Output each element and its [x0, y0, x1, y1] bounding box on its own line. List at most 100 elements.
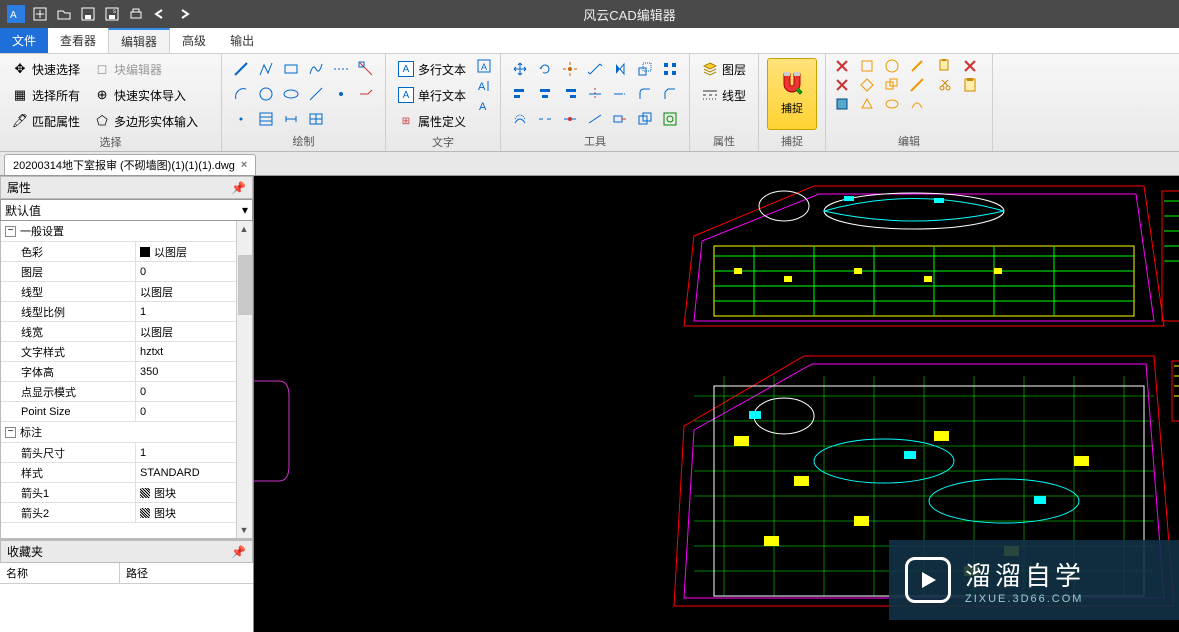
- xline-icon[interactable]: [355, 58, 377, 80]
- trim-icon[interactable]: [584, 83, 606, 105]
- snap-button[interactable]: 捕捉: [767, 58, 817, 130]
- move-icon[interactable]: [509, 58, 531, 80]
- stretch-icon[interactable]: [609, 108, 631, 130]
- rect-icon[interactable]: [280, 58, 302, 80]
- erase-icon[interactable]: [834, 58, 856, 74]
- menu-file[interactable]: 文件: [0, 28, 48, 53]
- edit-copy2-icon[interactable]: [884, 77, 906, 93]
- pin-icon[interactable]: 📌: [231, 545, 246, 559]
- arc-icon[interactable]: [230, 83, 252, 105]
- circle-icon[interactable]: [255, 83, 277, 105]
- menu-viewer[interactable]: 查看器: [48, 28, 108, 53]
- pin-icon[interactable]: 📌: [231, 181, 246, 195]
- curve-icon[interactable]: [909, 96, 931, 112]
- text-height-icon[interactable]: A: [476, 78, 492, 94]
- dimension-icon[interactable]: [280, 108, 302, 130]
- props-list[interactable]: −一般设置 色彩以图层 图层0 线型以图层 线型比例1 线宽以图层 文字样式hz…: [0, 221, 253, 539]
- line-icon[interactable]: [230, 58, 252, 80]
- ray-icon[interactable]: [305, 83, 327, 105]
- oval-icon[interactable]: [884, 96, 906, 112]
- print-icon[interactable]: [126, 4, 146, 24]
- poly-input-button[interactable]: ⬠多边形实体输入: [90, 110, 202, 132]
- edit-erase2-icon[interactable]: [834, 77, 856, 93]
- block-insert-icon[interactable]: [834, 96, 856, 112]
- play-icon: [905, 557, 951, 603]
- extend-icon[interactable]: [609, 83, 631, 105]
- quick-select-button[interactable]: ✥快速选择: [8, 58, 84, 80]
- group-tool-icon[interactable]: [659, 108, 681, 130]
- hatch-icon[interactable]: [255, 108, 277, 130]
- join-icon[interactable]: [559, 108, 581, 130]
- spline-icon[interactable]: [305, 58, 327, 80]
- cut-clip-icon[interactable]: [962, 58, 984, 74]
- fav-col-path[interactable]: 路径: [120, 563, 154, 583]
- new-icon[interactable]: [30, 4, 50, 24]
- text-edit-icon[interactable]: A: [476, 98, 492, 114]
- table-icon[interactable]: [305, 108, 327, 130]
- align-right-icon[interactable]: [559, 83, 581, 105]
- collapse-icon[interactable]: −: [5, 226, 16, 237]
- polyline-icon[interactable]: [255, 58, 277, 80]
- break-icon[interactable]: [534, 108, 556, 130]
- explode-icon[interactable]: [559, 58, 581, 80]
- fav-col-name[interactable]: 名称: [0, 563, 120, 583]
- paste-icon[interactable]: [962, 77, 984, 93]
- menu-advanced[interactable]: 高级: [170, 28, 218, 53]
- file-tab[interactable]: 20200314地下室报审 (不砌墙图)(1)(1)(1).dwg ×: [4, 154, 256, 175]
- undo-icon[interactable]: [150, 4, 170, 24]
- default-combo[interactable]: 默认值 ▾: [0, 199, 253, 221]
- mtext-button[interactable]: A多行文本: [394, 58, 470, 80]
- mirror-icon[interactable]: [609, 58, 631, 80]
- brush-icon: 🖊: [12, 113, 28, 129]
- fillet-icon[interactable]: [634, 83, 656, 105]
- lengthen-icon[interactable]: [584, 108, 606, 130]
- props-panel-title: 属性 📌: [0, 176, 253, 199]
- block-editor-button[interactable]: ◻块编辑器: [90, 58, 202, 80]
- dim-rotated-icon[interactable]: [584, 58, 606, 80]
- scale-icon[interactable]: [634, 58, 656, 80]
- drawing-canvas[interactable]: 溜溜自学 ZIXUE.3D66.COM: [254, 176, 1179, 632]
- collapse-icon[interactable]: −: [5, 427, 16, 438]
- linetype-icon: [702, 87, 718, 103]
- layer-button[interactable]: 图层: [698, 58, 750, 80]
- scrollbar[interactable]: ▲▼: [236, 221, 252, 538]
- text-style-icon[interactable]: A: [476, 58, 492, 74]
- saveas-icon[interactable]: s: [102, 4, 122, 24]
- leader-icon[interactable]: [355, 83, 377, 105]
- dtext-button[interactable]: A单行文本: [394, 84, 470, 106]
- edit-line-icon[interactable]: [909, 58, 931, 74]
- copy-clip-icon[interactable]: [937, 58, 959, 74]
- save-icon[interactable]: [78, 4, 98, 24]
- rotate-icon[interactable]: [534, 58, 556, 80]
- fav-body[interactable]: [0, 584, 253, 632]
- copy-tool-icon[interactable]: [634, 108, 656, 130]
- close-tab-icon[interactable]: ×: [241, 159, 247, 171]
- point-icon[interactable]: [230, 108, 252, 130]
- quick-import-button[interactable]: ⊕快速实体导入: [90, 84, 202, 106]
- app-icon[interactable]: A: [6, 4, 26, 24]
- group-label-select: 选择: [8, 132, 213, 150]
- point-dot-icon[interactable]: [330, 83, 352, 105]
- edit-poly-icon[interactable]: [859, 77, 881, 93]
- linetype-button[interactable]: 线型: [698, 84, 750, 106]
- open-icon[interactable]: [54, 4, 74, 24]
- menu-editor[interactable]: 编辑器: [108, 28, 170, 53]
- array-icon[interactable]: [659, 58, 681, 80]
- redo-icon[interactable]: [174, 4, 194, 24]
- offset-icon[interactable]: [509, 108, 531, 130]
- cut-icon[interactable]: [937, 77, 959, 93]
- align-center-icon[interactable]: [534, 83, 556, 105]
- match-prop-button[interactable]: 🖊匹配属性: [8, 110, 84, 132]
- align-left-icon[interactable]: [509, 83, 531, 105]
- edit-circle-icon[interactable]: [884, 58, 906, 74]
- menu-output[interactable]: 输出: [218, 28, 266, 53]
- ellipse-icon[interactable]: [280, 83, 302, 105]
- construction-line-icon[interactable]: [330, 58, 352, 80]
- group-label-tool: 工具: [509, 131, 681, 149]
- select-all-button[interactable]: ▦选择所有: [8, 84, 84, 106]
- edit-diag-icon[interactable]: [909, 77, 931, 93]
- chamfer-icon[interactable]: [659, 83, 681, 105]
- edit-rect-icon[interactable]: [859, 58, 881, 74]
- rotate-tri-icon[interactable]: [859, 96, 881, 112]
- attdef-button[interactable]: ⊞属性定义: [394, 110, 470, 132]
